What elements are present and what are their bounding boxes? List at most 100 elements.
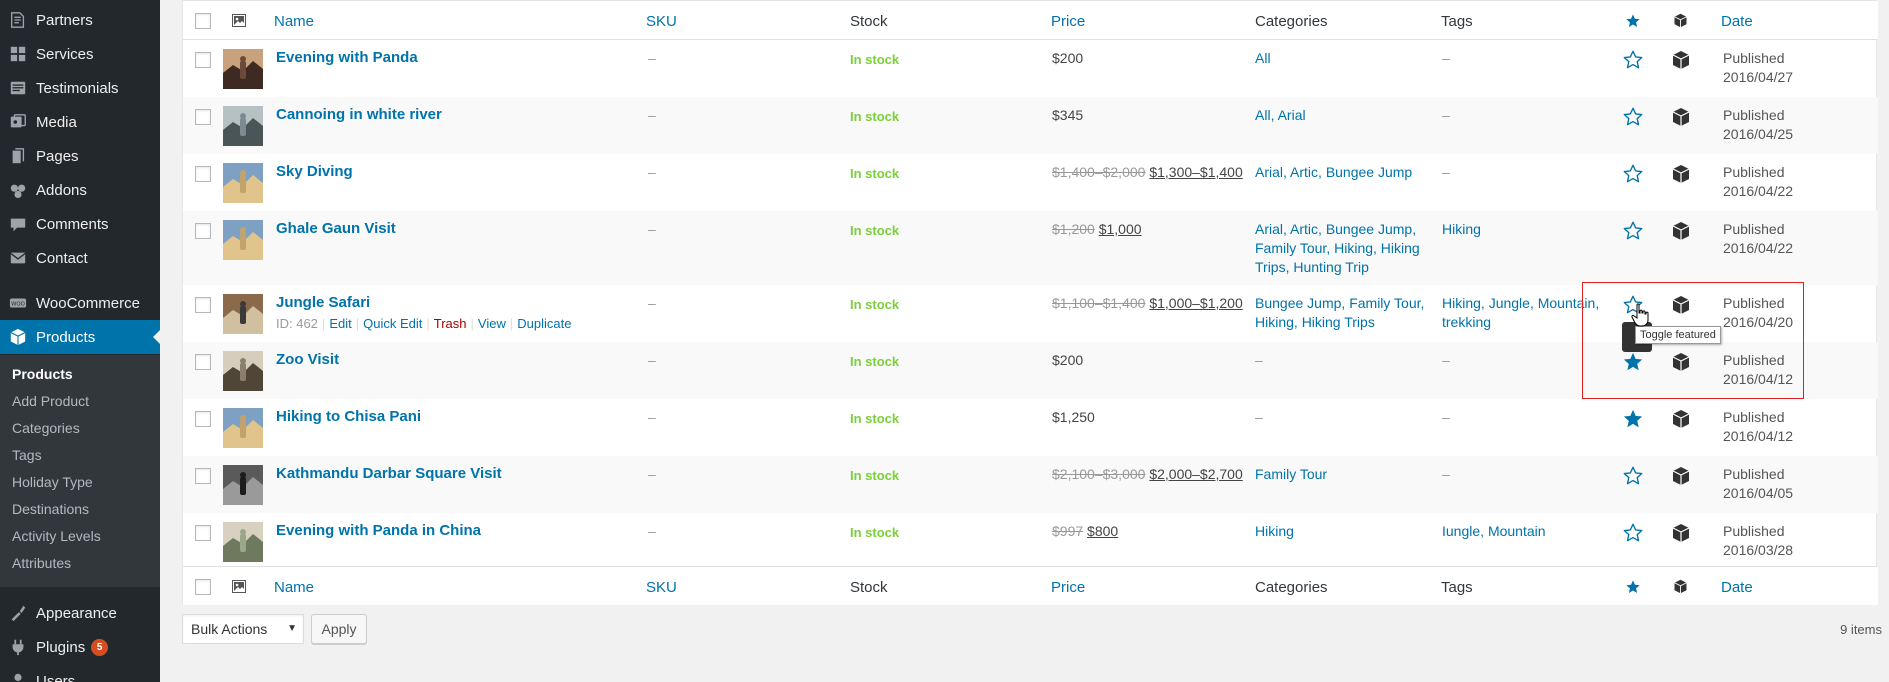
submenu-item-tags[interactable]: Tags [12, 447, 42, 463]
menu-item-woocommerce[interactable]: WOO WooCommerce [0, 286, 160, 320]
menu-item-contact[interactable]: Contact [0, 241, 160, 275]
menu-item-comments[interactable]: Comments [0, 207, 160, 241]
product-name-link[interactable]: Cannoing in white river [276, 106, 442, 123]
tag-link[interactable]: Mountain [1488, 523, 1546, 539]
category-link[interactable]: Bungee Jump [1255, 295, 1341, 311]
unfeatured-star-icon[interactable] [1622, 522, 1644, 544]
category-link[interactable]: Hiking [1255, 523, 1294, 539]
footer-column-name[interactable]: Name [274, 579, 314, 596]
menu-item-users[interactable]: Users [0, 664, 160, 682]
product-name-link[interactable]: Ghale Gaun Visit [276, 220, 396, 237]
column-header-name[interactable]: Name [274, 13, 314, 30]
select-all-checkbox[interactable] [195, 13, 211, 29]
tag-link[interactable]: Hiking [1442, 295, 1481, 311]
category-link[interactable]: Arial [1278, 107, 1306, 123]
submenu-item-categories[interactable]: Categories [12, 420, 80, 436]
featured-column-star-icon[interactable] [1625, 13, 1641, 29]
product-name-link[interactable]: Zoo Visit [276, 351, 339, 368]
product-thumbnail[interactable] [223, 294, 263, 334]
unfeatured-star-icon[interactable] [1622, 220, 1644, 242]
row-checkbox[interactable] [195, 297, 211, 313]
category-link[interactable]: Bungee Jump [1326, 221, 1412, 237]
apply-button[interactable]: Apply [311, 614, 367, 644]
category-link[interactable]: All [1255, 107, 1271, 123]
category-link[interactable]: Artic [1290, 164, 1318, 180]
trash-link[interactable]: Trash [434, 316, 467, 331]
submenu-item-activity-levels[interactable]: Activity Levels [12, 528, 101, 544]
duplicate-link[interactable]: Duplicate [517, 316, 571, 331]
quick-edit-link[interactable]: Quick Edit [363, 316, 422, 331]
menu-item-partners[interactable]: Partners [0, 3, 160, 37]
menu-item-services[interactable]: Services [0, 37, 160, 71]
product-name-link[interactable]: Jungle Safari [276, 294, 370, 311]
submenu-item-destinations[interactable]: Destinations [12, 501, 89, 517]
row-checkbox[interactable] [195, 109, 211, 125]
category-link[interactable]: Hunting Trip [1293, 259, 1368, 275]
row-checkbox[interactable] [195, 411, 211, 427]
menu-item-media[interactable]: Media [0, 105, 160, 139]
bulk-actions-select[interactable]: Bulk Actions ▼ [182, 614, 304, 644]
product-name-link[interactable]: Kathmandu Darbar Square Visit [276, 465, 502, 482]
unfeatured-star-icon[interactable] [1622, 465, 1644, 487]
menu-item-testimonials[interactable]: Testimonials [0, 71, 160, 105]
category-link[interactable]: Hiking [1255, 314, 1294, 330]
tag-link[interactable]: trekking [1442, 314, 1491, 330]
category-link[interactable]: Artic [1290, 221, 1318, 237]
menu-item-addons[interactable]: Addons [0, 173, 160, 207]
product-thumbnail[interactable] [223, 465, 263, 505]
column-header-price[interactable]: Price [1051, 13, 1085, 30]
footer-column-sku[interactable]: SKU [646, 579, 677, 596]
featured-star-icon[interactable] [1622, 351, 1644, 373]
featured-column-star-icon[interactable] [1625, 579, 1641, 595]
featured-star-icon[interactable] [1622, 408, 1644, 430]
category-link[interactable]: Arial [1255, 164, 1283, 180]
unfeatured-star-icon[interactable] [1622, 163, 1644, 185]
category-link[interactable]: Family Tour [1255, 240, 1326, 256]
unfeatured-star-icon[interactable] [1622, 106, 1644, 128]
submenu-item-products[interactable]: Products [12, 366, 73, 382]
category-link[interactable]: Arial [1255, 221, 1283, 237]
product-thumbnail[interactable] [223, 220, 263, 260]
menu-item-pages[interactable]: Pages [0, 139, 160, 173]
row-checkbox[interactable] [195, 223, 211, 239]
product-name-link[interactable]: Hiking to Chisa Pani [276, 408, 421, 425]
category-link[interactable]: Family Tour [1255, 466, 1327, 482]
product-name-link[interactable]: Sky Diving [276, 163, 353, 180]
product-thumbnail[interactable] [223, 106, 263, 146]
category-link[interactable]: All [1255, 50, 1271, 66]
menu-item-plugins[interactable]: Plugins 5 [0, 630, 160, 664]
tag-link[interactable]: Mountain [1538, 295, 1596, 311]
product-thumbnail[interactable] [223, 522, 263, 562]
edit-link[interactable]: Edit [329, 316, 351, 331]
view-link[interactable]: View [478, 316, 506, 331]
submenu-item-holiday-type[interactable]: Holiday Type [12, 474, 93, 490]
product-thumbnail[interactable] [223, 351, 263, 391]
category-link[interactable]: Hiking Trips [1302, 314, 1375, 330]
row-checkbox[interactable] [195, 525, 211, 541]
category-link[interactable]: Hiking [1334, 240, 1373, 256]
unfeatured-star-icon[interactable] [1622, 49, 1644, 71]
submenu-item-add-product[interactable]: Add Product [12, 393, 89, 409]
row-checkbox[interactable] [195, 354, 211, 370]
menu-item-appearance[interactable]: Appearance [0, 596, 160, 630]
product-thumbnail[interactable] [223, 163, 263, 203]
submenu-item-attributes[interactable]: Attributes [12, 555, 71, 571]
category-link[interactable]: Family Tour [1349, 295, 1420, 311]
row-checkbox[interactable] [195, 52, 211, 68]
product-name-link[interactable]: Evening with Panda [276, 49, 418, 66]
tag-link[interactable]: Jungle [1489, 295, 1530, 311]
product-thumbnail[interactable] [223, 49, 263, 89]
footer-column-date[interactable]: Date [1721, 579, 1753, 596]
tag-link[interactable]: Iungle [1442, 523, 1480, 539]
menu-item-products[interactable]: Products [0, 320, 161, 354]
column-header-sku[interactable]: SKU [646, 13, 677, 30]
row-checkbox[interactable] [195, 468, 211, 484]
footer-column-price[interactable]: Price [1051, 579, 1085, 596]
tag-link[interactable]: Hiking [1442, 221, 1481, 237]
column-header-date[interactable]: Date [1721, 13, 1753, 30]
row-checkbox[interactable] [195, 166, 211, 182]
select-all-checkbox-footer[interactable] [195, 579, 211, 595]
category-link[interactable]: Bungee Jump [1326, 164, 1412, 180]
product-name-link[interactable]: Evening with Panda in China [276, 522, 481, 539]
product-thumbnail[interactable] [223, 408, 263, 448]
